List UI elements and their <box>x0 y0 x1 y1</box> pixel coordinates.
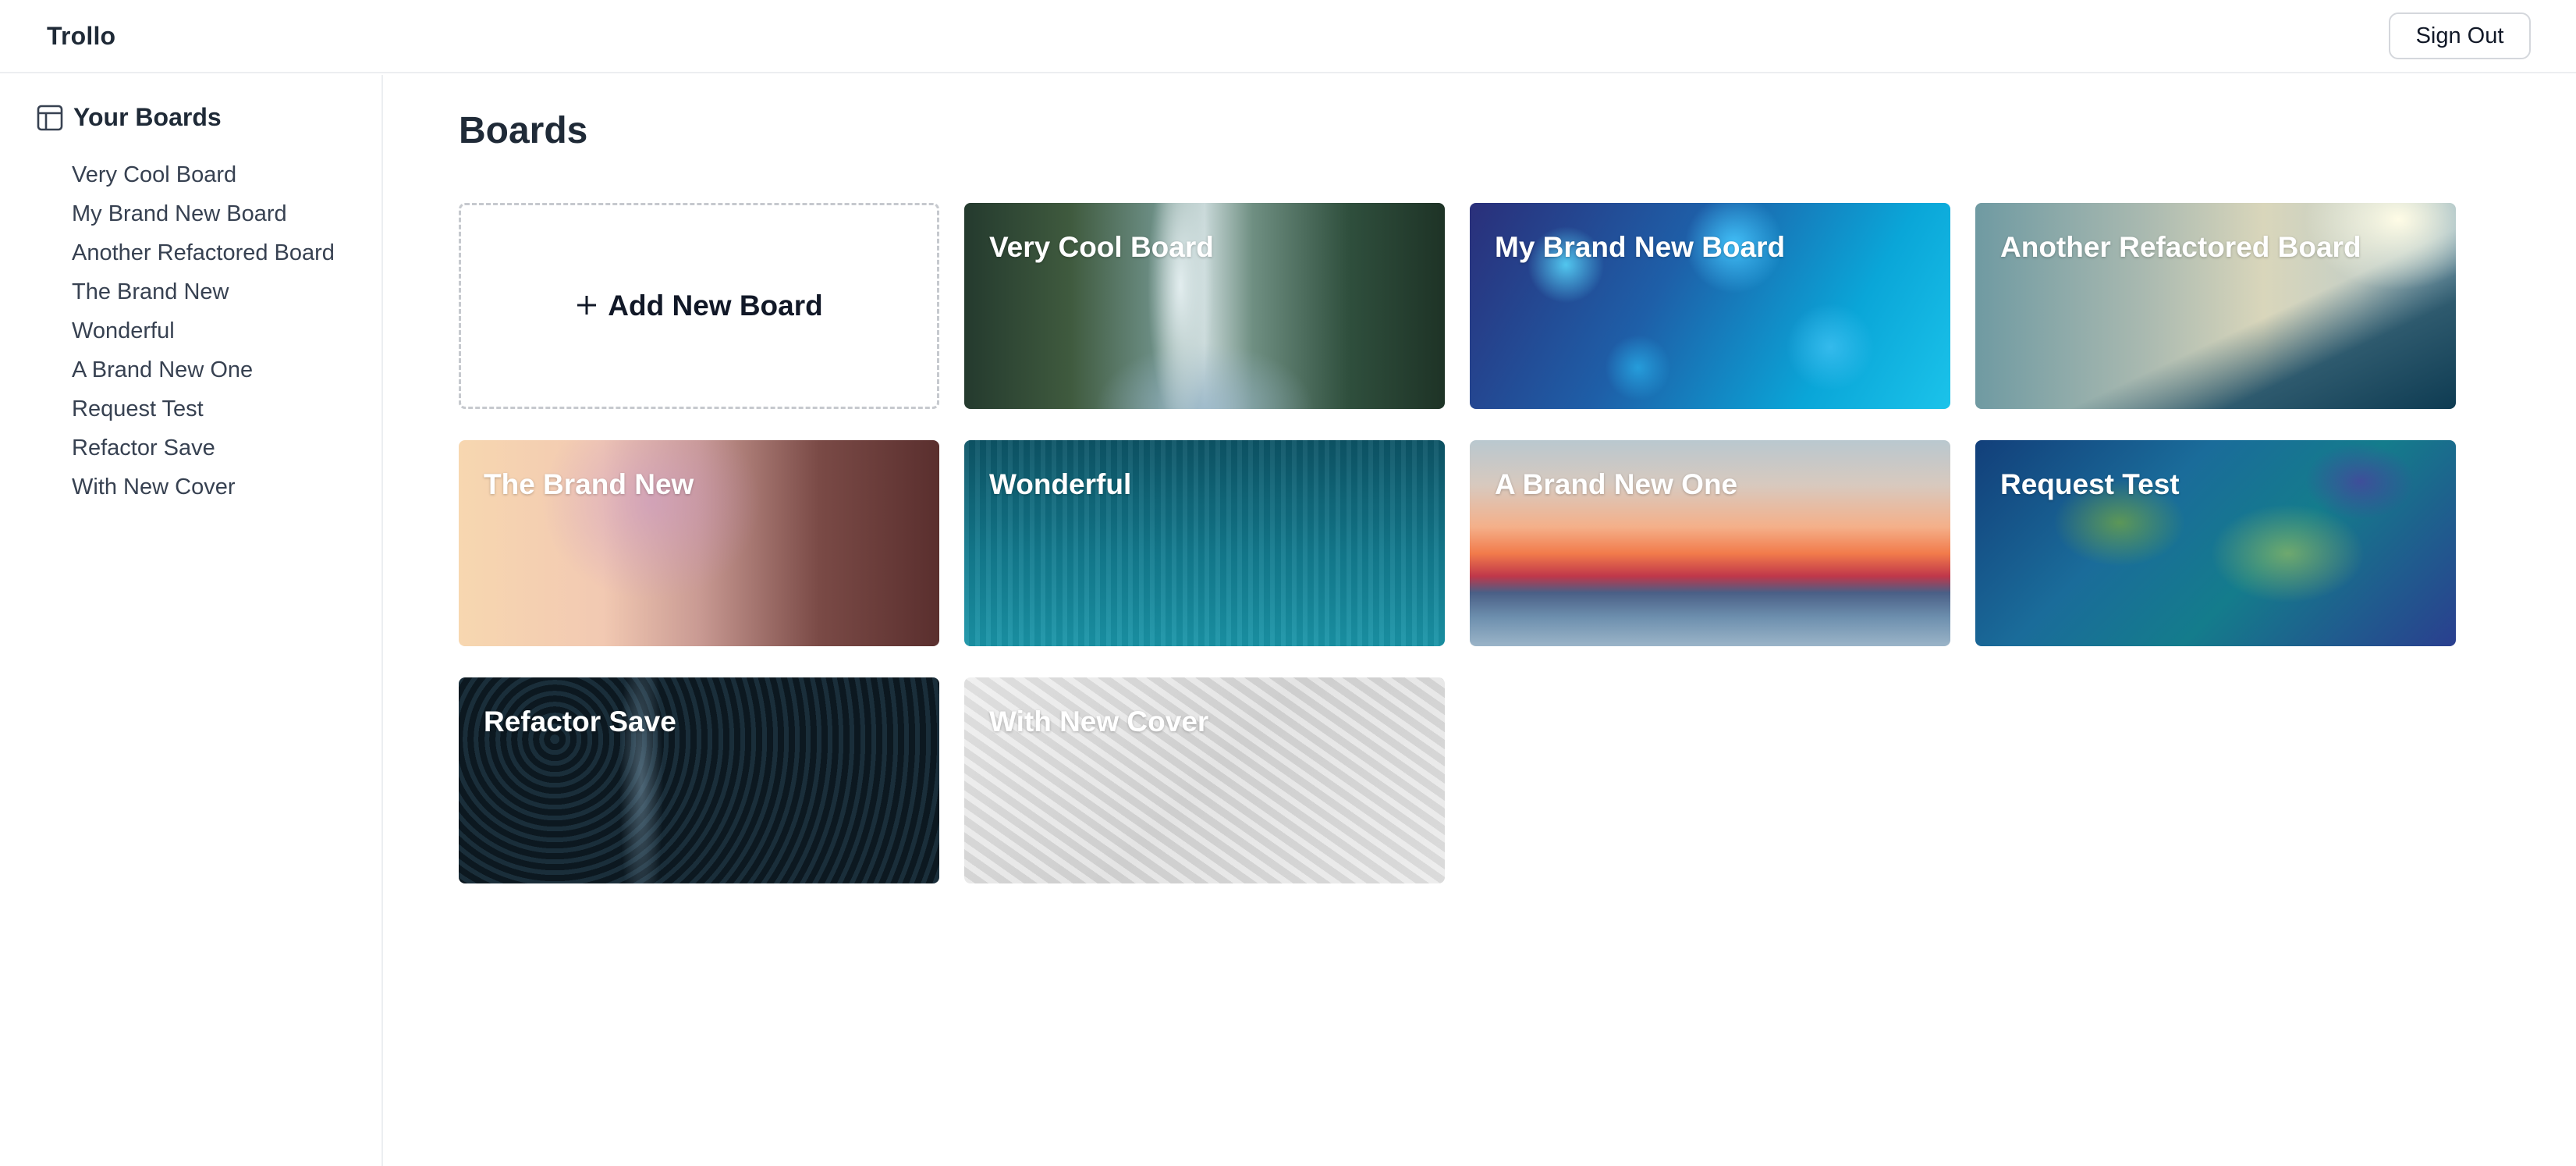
sidebar-item-the-brand-new[interactable]: The Brand New <box>72 276 335 315</box>
add-new-board-label: Add New Board <box>608 290 823 322</box>
board-card-a-brand-new-one[interactable]: A Brand New One <box>1470 440 1950 646</box>
board-card-another-refactored-board[interactable]: Another Refactored Board <box>1975 203 2456 409</box>
board-card-title: Refactor Save <box>484 706 676 738</box>
board-icon <box>36 104 64 132</box>
app-logo[interactable]: Trollo <box>47 22 115 51</box>
board-card-title: The Brand New <box>484 468 694 500</box>
sidebar-item-wonderful[interactable]: Wonderful <box>72 315 335 354</box>
board-card-wonderful[interactable]: Wonderful <box>964 440 1445 646</box>
board-card-refactor-save[interactable]: Refactor Save <box>459 677 939 883</box>
sign-out-button[interactable]: Sign Out <box>2389 12 2531 59</box>
top-bar: Trollo Sign Out <box>0 0 2576 73</box>
sidebar-item-with-new-cover[interactable]: With New Cover <box>72 471 335 510</box>
board-card-the-brand-new[interactable]: The Brand New <box>459 440 939 646</box>
add-new-board-button[interactable]: Add New Board <box>459 203 939 409</box>
sidebar-board-list: Very Cool Board My Brand New Board Anoth… <box>72 159 335 510</box>
sidebar: Your Boards Very Cool Board My Brand New… <box>0 75 383 1166</box>
plus-icon <box>575 289 598 323</box>
board-card-title: My Brand New Board <box>1495 231 1786 263</box>
board-card-title: With New Cover <box>989 706 1209 738</box>
board-card-title: A Brand New One <box>1495 468 1738 500</box>
board-card-title: Request Test <box>2000 468 2180 500</box>
board-card-my-brand-new-board[interactable]: My Brand New Board <box>1470 203 1950 409</box>
board-card-very-cool-board[interactable]: Very Cool Board <box>964 203 1445 409</box>
sidebar-item-very-cool-board[interactable]: Very Cool Board <box>72 159 335 198</box>
sidebar-item-refactor-save[interactable]: Refactor Save <box>72 432 335 471</box>
page-title: Boards <box>459 110 588 151</box>
sidebar-item-request-test[interactable]: Request Test <box>72 393 335 432</box>
board-card-request-test[interactable]: Request Test <box>1975 440 2456 646</box>
board-card-title: Another Refactored Board <box>2000 231 2361 263</box>
sidebar-title: Your Boards <box>73 103 222 131</box>
board-card-with-new-cover[interactable]: With New Cover <box>964 677 1445 883</box>
sidebar-item-another-refactored-board[interactable]: Another Refactored Board <box>72 237 335 276</box>
sidebar-header: Your Boards <box>36 103 222 132</box>
board-card-title: Very Cool Board <box>989 231 1214 263</box>
board-card-title: Wonderful <box>989 468 1132 500</box>
board-grid: Add New Board Very Cool Board My Brand N… <box>459 203 2456 883</box>
sidebar-item-my-brand-new-board[interactable]: My Brand New Board <box>72 198 335 237</box>
sidebar-item-a-brand-new-one[interactable]: A Brand New One <box>72 354 335 393</box>
